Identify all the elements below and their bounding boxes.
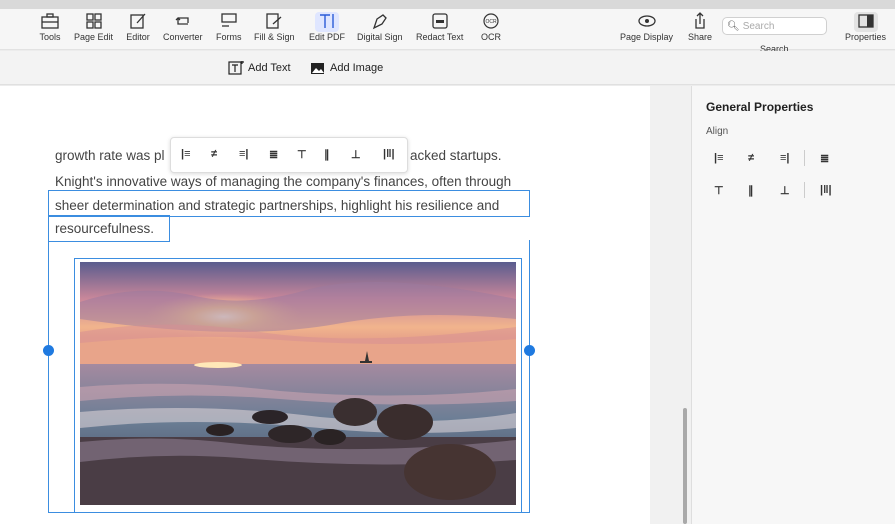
tool-properties[interactable]: Properties	[845, 12, 886, 42]
align-bottom-icon[interactable]: ⊥	[351, 148, 361, 161]
align-center-icon[interactable]: ≠	[211, 148, 217, 160]
tool-label: Redact Text	[416, 32, 464, 42]
text-line-1-left[interactable]: growth rate was pl	[55, 148, 165, 163]
distribute-horizontal-icon[interactable]: ≣	[269, 148, 278, 161]
grid-icon	[82, 12, 106, 32]
divider	[804, 182, 805, 198]
search-placeholder: Search	[742, 20, 775, 32]
eye-icon	[635, 12, 659, 32]
divider	[804, 150, 805, 166]
tool-converter[interactable]: Converter	[163, 12, 203, 42]
panel-align-middle-icon[interactable]: ∥	[748, 184, 754, 197]
tool-label: Share	[688, 32, 713, 42]
edit-pencil-icon	[126, 12, 150, 32]
svg-text:OCR: OCR	[485, 19, 497, 25]
tool-tools[interactable]: Tools	[38, 12, 62, 42]
convert-icon	[171, 12, 195, 32]
tool-forms[interactable]: Forms	[216, 12, 242, 42]
tool-label: Edit PDF	[309, 32, 346, 42]
tool-editor[interactable]: Editor	[126, 12, 150, 42]
add-text-icon	[228, 61, 244, 75]
text-cursor-icon	[315, 12, 339, 32]
distribute-vertical-icon[interactable]: |‖|	[383, 148, 395, 160]
text-line-2[interactable]: Knight's innovative ways of managing the…	[55, 174, 511, 189]
tool-share[interactable]: Share	[688, 12, 712, 42]
text-line-1-right[interactable]: acked startups.	[410, 148, 502, 163]
align-section-label: Align	[706, 126, 729, 137]
main-toolbar: Tools Page Edit Editor Converter Forms F…	[0, 9, 895, 54]
canvas-gutter	[650, 86, 678, 524]
align-middle-icon[interactable]: ∥	[324, 148, 330, 161]
tool-ocr[interactable]: OCR OCR	[479, 12, 503, 42]
panel-title: General Properties	[706, 100, 814, 114]
text-selection-box[interactable]	[48, 190, 530, 217]
tool-label: Forms	[216, 32, 242, 42]
panel-distribute-vertical-icon[interactable]: |‖|	[820, 184, 832, 196]
resize-handle-left[interactable]	[43, 345, 54, 356]
share-icon	[688, 12, 712, 32]
floating-align-toolbar: |≡ ≠ ≡| ≣ ⊤ ∥ ⊥ |‖|	[170, 137, 408, 173]
tool-label: Tools	[39, 32, 61, 42]
tool-digital-sign[interactable]: Digital Sign	[357, 12, 403, 42]
tool-label: Converter	[163, 32, 203, 42]
toolbox-icon	[38, 12, 62, 32]
add-image-label: Add Image	[330, 62, 384, 74]
tool-label: Digital Sign	[357, 32, 403, 42]
add-image-button[interactable]: Add Image	[310, 61, 383, 75]
align-left-icon[interactable]: |≡	[181, 148, 191, 160]
properties-panel-icon	[853, 12, 878, 32]
pen-nib-icon	[368, 12, 392, 32]
panel-distribute-horizontal-icon[interactable]: ≣	[820, 152, 829, 165]
edit-subtoolbar: Add Text Add Image	[0, 51, 895, 85]
tool-fill-sign[interactable]: Fill & Sign	[254, 12, 295, 42]
text-selection-box[interactable]	[48, 215, 170, 242]
tool-label: Editor	[126, 32, 150, 42]
redact-icon	[428, 12, 452, 32]
tool-label: Page Display	[620, 32, 674, 42]
panel-align-bottom-icon[interactable]: ⊥	[780, 184, 790, 197]
align-right-icon[interactable]: ≡|	[239, 148, 249, 160]
tool-label: Fill & Sign	[254, 32, 295, 42]
add-text-button[interactable]: Add Text	[228, 61, 291, 75]
properties-panel: General Properties Align |≡ ≠ ≡| ≣ ⊤ ∥ ⊥…	[692, 86, 895, 524]
add-image-icon	[311, 63, 324, 74]
tool-page-display[interactable]: Page Display	[620, 12, 673, 42]
tool-label: Properties	[845, 32, 887, 42]
search-input[interactable]: 🔍︎ Search	[722, 17, 827, 35]
resize-handle-right[interactable]	[524, 345, 535, 356]
panel-align-right-icon[interactable]: ≡|	[780, 152, 790, 164]
tool-label: OCR	[481, 32, 501, 42]
tool-edit-pdf[interactable]: Edit PDF	[309, 12, 345, 42]
search-icon: 🔍︎	[727, 20, 740, 32]
align-top-icon[interactable]: ⊤	[297, 148, 307, 161]
ocr-icon: OCR	[479, 12, 503, 32]
tool-page-edit[interactable]: Page Edit	[74, 12, 113, 42]
tool-redact-text[interactable]: Redact Text	[416, 12, 463, 42]
document-image[interactable]	[80, 262, 516, 505]
scrollbar-thumb[interactable]	[683, 408, 687, 524]
tool-label: Page Edit	[74, 32, 114, 42]
add-text-label: Add Text	[248, 62, 291, 74]
fill-sign-icon	[262, 12, 286, 32]
panel-align-center-icon[interactable]: ≠	[748, 152, 754, 164]
form-icon	[217, 12, 241, 32]
window-top-strip	[0, 0, 895, 9]
panel-align-left-icon[interactable]: |≡	[714, 152, 724, 164]
panel-align-top-icon[interactable]: ⊤	[714, 184, 724, 197]
